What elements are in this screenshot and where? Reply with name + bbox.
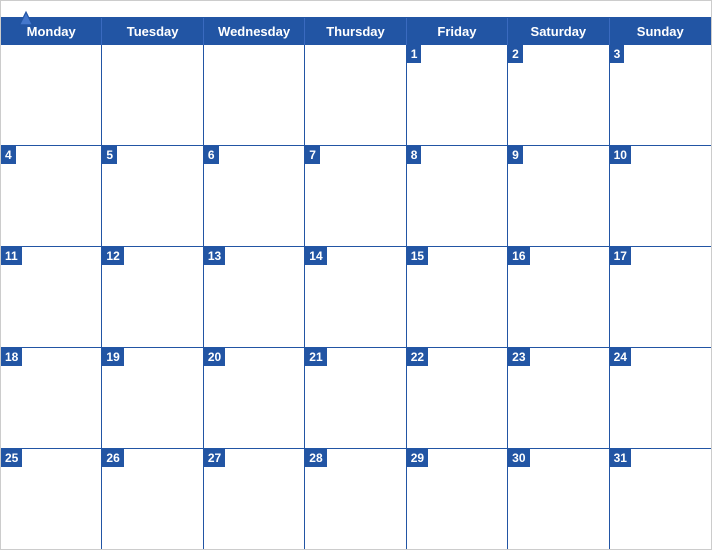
day-number: 31 bbox=[610, 449, 631, 467]
day-number: 18 bbox=[1, 348, 22, 366]
calendar-grid: MondayTuesdayWednesdayThursdayFridaySatu… bbox=[1, 17, 711, 549]
day-number: 3 bbox=[610, 45, 625, 63]
week-row-0: 1 2 3 bbox=[1, 45, 711, 146]
day-cell: 30 bbox=[508, 449, 609, 549]
day-cell: 12 bbox=[102, 247, 203, 347]
day-number: 15 bbox=[407, 247, 428, 265]
day-number: 11 bbox=[1, 247, 22, 265]
day-cell: 17 bbox=[610, 247, 711, 347]
week-row-2: 11 12 13 14 15 16 17 bbox=[1, 247, 711, 348]
day-header-friday: Friday bbox=[407, 18, 508, 45]
day-number: 5 bbox=[102, 146, 117, 164]
day-number: 17 bbox=[610, 247, 631, 265]
logo-icon bbox=[17, 9, 35, 27]
day-number: 4 bbox=[1, 146, 16, 164]
day-cell: 26 bbox=[102, 449, 203, 549]
day-cell: 11 bbox=[1, 247, 102, 347]
calendar-header bbox=[1, 1, 711, 17]
calendar: MondayTuesdayWednesdayThursdayFridaySatu… bbox=[0, 0, 712, 550]
day-number: 29 bbox=[407, 449, 428, 467]
day-cell bbox=[102, 45, 203, 145]
day-cell: 13 bbox=[204, 247, 305, 347]
day-number: 25 bbox=[1, 449, 22, 467]
day-cell: 24 bbox=[610, 348, 711, 448]
day-cell: 21 bbox=[305, 348, 406, 448]
day-cell: 3 bbox=[610, 45, 711, 145]
day-cell bbox=[1, 45, 102, 145]
day-cell: 9 bbox=[508, 146, 609, 246]
logo bbox=[17, 9, 37, 27]
day-number: 27 bbox=[204, 449, 225, 467]
day-number: 2 bbox=[508, 45, 523, 63]
day-number: 16 bbox=[508, 247, 529, 265]
day-number: 19 bbox=[102, 348, 123, 366]
day-header-saturday: Saturday bbox=[508, 18, 609, 45]
day-cell: 1 bbox=[407, 45, 508, 145]
week-row-1: 4 5 6 7 8 9 10 bbox=[1, 146, 711, 247]
day-number: 30 bbox=[508, 449, 529, 467]
day-cell: 8 bbox=[407, 146, 508, 246]
day-number: 24 bbox=[610, 348, 631, 366]
day-number: 22 bbox=[407, 348, 428, 366]
day-cell: 23 bbox=[508, 348, 609, 448]
day-cell: 16 bbox=[508, 247, 609, 347]
day-cell: 19 bbox=[102, 348, 203, 448]
logo-blue-text bbox=[17, 9, 37, 27]
day-cell: 15 bbox=[407, 247, 508, 347]
day-cell: 25 bbox=[1, 449, 102, 549]
day-number: 1 bbox=[407, 45, 422, 63]
day-header-wednesday: Wednesday bbox=[204, 18, 305, 45]
day-number: 8 bbox=[407, 146, 422, 164]
day-cell: 29 bbox=[407, 449, 508, 549]
day-number: 28 bbox=[305, 449, 326, 467]
day-cell: 7 bbox=[305, 146, 406, 246]
day-cell: 6 bbox=[204, 146, 305, 246]
day-cell: 31 bbox=[610, 449, 711, 549]
day-header-tuesday: Tuesday bbox=[102, 18, 203, 45]
day-number: 6 bbox=[204, 146, 219, 164]
day-cell: 14 bbox=[305, 247, 406, 347]
week-row-4: 25 26 27 28 29 30 31 bbox=[1, 449, 711, 549]
day-cell: 28 bbox=[305, 449, 406, 549]
day-cell bbox=[305, 45, 406, 145]
day-number: 13 bbox=[204, 247, 225, 265]
day-cell: 20 bbox=[204, 348, 305, 448]
day-number: 26 bbox=[102, 449, 123, 467]
day-header-thursday: Thursday bbox=[305, 18, 406, 45]
day-number: 10 bbox=[610, 146, 631, 164]
day-cell: 22 bbox=[407, 348, 508, 448]
day-cell: 5 bbox=[102, 146, 203, 246]
day-cell: 4 bbox=[1, 146, 102, 246]
day-headers: MondayTuesdayWednesdayThursdayFridaySatu… bbox=[1, 18, 711, 45]
day-number: 20 bbox=[204, 348, 225, 366]
day-cell: 27 bbox=[204, 449, 305, 549]
day-number: 21 bbox=[305, 348, 326, 366]
day-number: 7 bbox=[305, 146, 320, 164]
day-number: 14 bbox=[305, 247, 326, 265]
day-cell: 18 bbox=[1, 348, 102, 448]
day-number: 9 bbox=[508, 146, 523, 164]
day-number: 12 bbox=[102, 247, 123, 265]
day-cell: 2 bbox=[508, 45, 609, 145]
day-header-sunday: Sunday bbox=[610, 18, 711, 45]
day-cell: 10 bbox=[610, 146, 711, 246]
weeks: 1234567891011121314151617181920212223242… bbox=[1, 45, 711, 549]
week-row-3: 18 19 20 21 22 23 24 bbox=[1, 348, 711, 449]
day-number: 23 bbox=[508, 348, 529, 366]
day-cell bbox=[204, 45, 305, 145]
